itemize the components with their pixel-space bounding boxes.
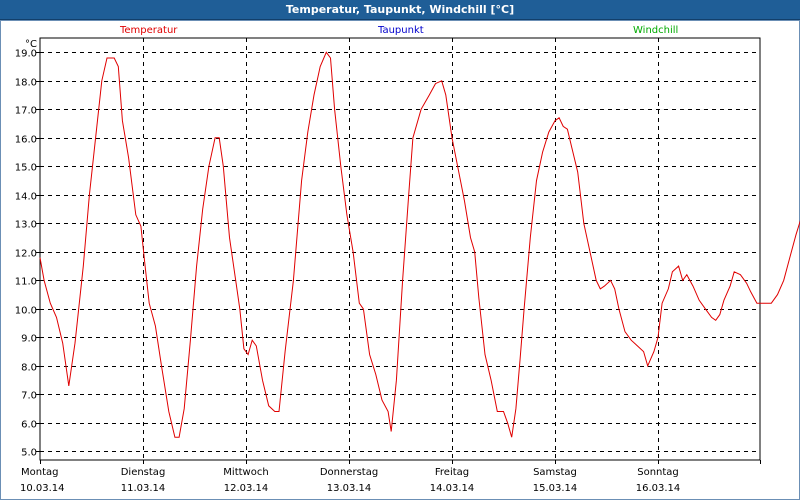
x-axis-date-label: 11.03.14 bbox=[120, 483, 166, 494]
x-axis-weekday-label: Mittwoch bbox=[223, 467, 269, 478]
y-tick-label: 7.0 bbox=[21, 391, 37, 402]
y-tick-label: 10.0 bbox=[15, 306, 37, 317]
x-axis-date-label: 15.03.14 bbox=[532, 483, 578, 494]
plot-area-border bbox=[39, 37, 761, 461]
y-tick-label: 8.0 bbox=[21, 363, 37, 374]
y-tick-label: 16.0 bbox=[15, 135, 37, 146]
y-tick-label: 9.0 bbox=[21, 334, 37, 345]
y-tick-label: 17.0 bbox=[15, 106, 37, 117]
y-tick-label: 6.0 bbox=[21, 420, 37, 431]
y-tick-label: 13.0 bbox=[15, 220, 37, 231]
x-axis-date-label: 13.03.14 bbox=[326, 483, 372, 494]
x-axis-weekday-label: Donnerstag bbox=[319, 467, 379, 478]
x-axis-date-label: 12.03.14 bbox=[223, 483, 269, 494]
x-axis-date-label: 10.03.14 bbox=[20, 483, 65, 494]
x-axis-date-label: 16.03.14 bbox=[635, 483, 681, 494]
x-axis-weekday-label: Montag bbox=[21, 467, 59, 478]
x-axis-date-label: 14.03.14 bbox=[429, 483, 475, 494]
x-axis-weekday-label: Freitag bbox=[434, 467, 470, 478]
y-tick-label: 15.0 bbox=[15, 163, 37, 174]
x-axis-weekday-label: Samstag bbox=[533, 467, 577, 478]
y-tick-label: 19.0 bbox=[15, 49, 37, 60]
y-tick-label: 11.0 bbox=[15, 277, 37, 288]
y-tick-label: 12.0 bbox=[15, 249, 37, 260]
y-tick-label: 5.0 bbox=[21, 448, 37, 459]
series-line-temperatur bbox=[39, 51, 800, 438]
y-tick-label: 18.0 bbox=[15, 78, 37, 89]
x-axis-weekday-label: Dienstag bbox=[120, 467, 166, 478]
chart-plot: 5.0 6.0 7.0 8.0 9.0 10.0 11.0 12.0 13.0 14.0 15.0 1… bbox=[15, 37, 800, 464]
x-axis-weekday-label: Sonntag bbox=[637, 467, 679, 478]
y-tick-label: 14.0 bbox=[15, 192, 37, 203]
